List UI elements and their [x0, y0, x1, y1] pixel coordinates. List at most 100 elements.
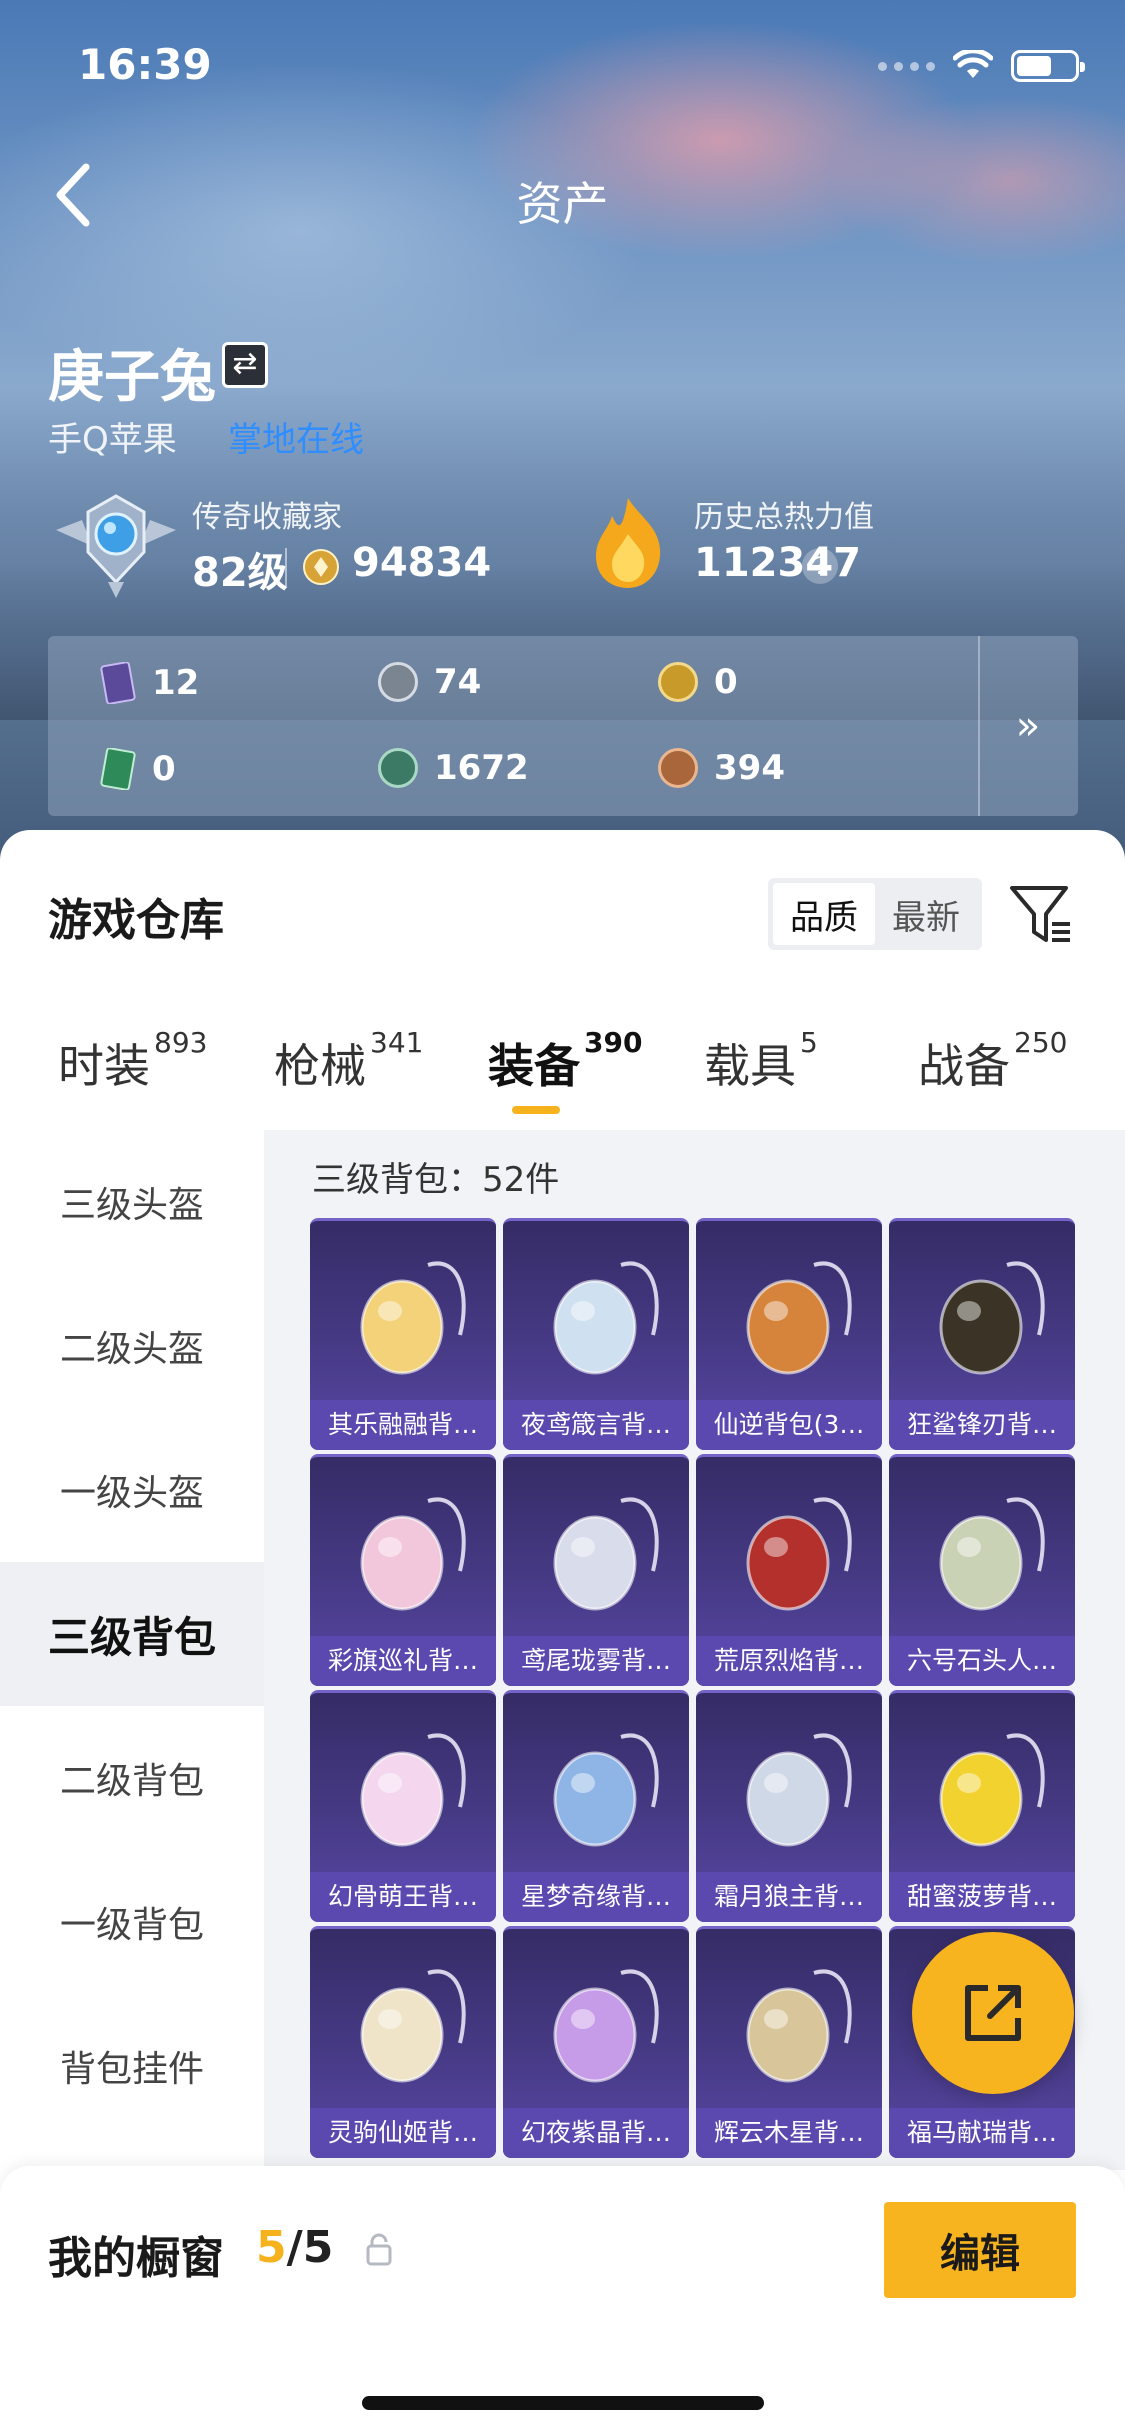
item-name: 其乐融融背…	[310, 1400, 496, 1450]
purple-card-icon	[100, 662, 136, 704]
currency-value: 12	[152, 663, 200, 703]
platform-label: 手Q苹果	[48, 420, 177, 460]
sort-toggle: 品质 最新	[768, 878, 982, 950]
backpack-icon	[553, 1261, 659, 1375]
item-card[interactable]: 鸢尾珑雾背…	[503, 1454, 689, 1686]
gold-medal-icon	[303, 549, 339, 585]
item-card[interactable]: 彩旗巡礼背…	[310, 1454, 496, 1686]
currency-item: 12	[100, 662, 199, 704]
backpack-icon	[360, 1261, 466, 1375]
sidebar-item-helmet-2[interactable]: 二级头盔	[0, 1274, 264, 1418]
rank-title: 传奇收藏家	[192, 500, 342, 535]
item-card[interactable]: 狂鲨锋刃背…	[889, 1218, 1075, 1450]
backpack-icon	[939, 1733, 1045, 1847]
home-indicator	[362, 2396, 764, 2410]
tab-weapons[interactable]: 枪械 341	[274, 1026, 423, 1096]
item-card[interactable]: 幻骨萌王背…	[310, 1690, 496, 1922]
backpack-icon	[553, 1497, 659, 1611]
item-name: 仙逆背包(3…	[696, 1400, 882, 1450]
sidebar-item-backpack-3[interactable]: 三级背包	[0, 1562, 264, 1706]
tab-vehicles[interactable]: 载具 5	[704, 1026, 818, 1096]
currency-item: 1672	[378, 748, 529, 788]
help-icon[interactable]: ?	[802, 548, 838, 584]
section-count-label: 三级背包：52件	[312, 1160, 560, 1200]
currency-item: 394	[658, 748, 785, 788]
bronze-coin-icon	[658, 748, 698, 788]
category-tabs: 时装 893 枪械 341 装备 390 载具 5 战备 250	[0, 1026, 1125, 1120]
sort-by-quality[interactable]: 品质	[773, 883, 875, 945]
item-card[interactable]: 幻夜紫晶背…	[503, 1926, 689, 2158]
item-name: 彩旗巡礼背…	[310, 1636, 496, 1686]
currency-value: 74	[434, 662, 482, 702]
item-card[interactable]: 仙逆背包(3…	[696, 1218, 882, 1450]
currency-value: 394	[714, 748, 785, 788]
edit-button[interactable]: 编辑	[884, 2202, 1076, 2298]
item-card[interactable]: 夜鸢箴言背…	[503, 1218, 689, 1450]
item-name: 荒原烈焰背…	[696, 1636, 882, 1686]
backpack-icon	[360, 1497, 466, 1611]
online-status: 掌地在线	[228, 420, 364, 460]
signal-dots-icon	[878, 61, 935, 71]
item-card[interactable]: 星梦奇缘背…	[503, 1690, 689, 1922]
currency-item: 0	[100, 748, 176, 790]
tab-equipment[interactable]: 装备 390	[488, 1026, 642, 1096]
status-time: 16:39	[78, 40, 212, 89]
green-card-icon	[100, 748, 136, 790]
sidebar-item-backpack-1[interactable]: 一级背包	[0, 1850, 264, 1994]
item-name: 辉云木星背…	[696, 2108, 882, 2158]
battery-icon	[1011, 50, 1085, 82]
item-card[interactable]: 甜蜜菠萝背…	[889, 1690, 1075, 1922]
sort-by-newest[interactable]: 最新	[875, 883, 977, 945]
item-card[interactable]: 辉云木星背…	[696, 1926, 882, 2158]
lock-icon	[366, 2233, 392, 2266]
showcase-label: 我的橱窗	[48, 2233, 224, 2284]
backpack-icon	[360, 1733, 466, 1847]
sidebar-item-backpack-pendant[interactable]: 背包挂件	[0, 1994, 264, 2138]
jade-coin-icon	[378, 748, 418, 788]
tab-supplies[interactable]: 战备 250	[918, 1026, 1067, 1096]
backpack-icon	[746, 1969, 852, 2083]
item-name: 霜月狼主背…	[696, 1872, 882, 1922]
item-name: 狂鲨锋刃背…	[889, 1400, 1075, 1450]
status-indicators	[878, 50, 1085, 82]
backpack-icon	[746, 1733, 852, 1847]
currency-panel: 12 74 0 0 1672 394 »	[48, 636, 1078, 816]
item-name: 幻夜紫晶背…	[503, 2108, 689, 2158]
currency-value: 0	[152, 749, 176, 789]
item-card[interactable]: 霜月狼主背…	[696, 1690, 882, 1922]
sidebar-item-backpack-2[interactable]: 二级背包	[0, 1706, 264, 1850]
switch-account-icon[interactable]: ⇄	[222, 342, 268, 388]
item-name: 福马献瑞背…	[889, 2108, 1075, 2158]
player-level: 82级	[192, 550, 288, 596]
backpack-icon	[360, 1969, 466, 2083]
item-card[interactable]: 荒原烈焰背…	[696, 1454, 882, 1686]
item-name: 灵驹仙姬背…	[310, 2108, 496, 2158]
silver-coin-icon	[378, 662, 418, 702]
warehouse-title: 游戏仓库	[48, 895, 224, 946]
more-currencies-button[interactable]: »	[978, 636, 1078, 816]
item-name: 星梦奇缘背…	[503, 1872, 689, 1922]
item-card[interactable]: 其乐融融背…	[310, 1218, 496, 1450]
share-button[interactable]	[912, 1932, 1074, 2094]
item-card[interactable]: 六号石头人…	[889, 1454, 1075, 1686]
currency-item: 0	[658, 662, 738, 702]
heat-title: 历史总热力值	[694, 500, 874, 535]
currency-item: 74	[378, 662, 481, 702]
rank-emblem-icon	[56, 494, 176, 598]
share-icon	[965, 1985, 1021, 2041]
item-card[interactable]: 灵驹仙姬背…	[310, 1926, 496, 2158]
filter-icon[interactable]	[1008, 882, 1074, 948]
currency-value: 0	[714, 662, 738, 702]
sidebar-item-helmet-3[interactable]: 三级头盔	[0, 1130, 264, 1274]
tab-fashion[interactable]: 时装 893	[58, 1026, 207, 1096]
backpack-icon	[939, 1261, 1045, 1375]
backpack-icon	[553, 1969, 659, 2083]
item-name: 六号石头人…	[889, 1636, 1075, 1686]
sidebar-item-helmet-1[interactable]: 一级头盔	[0, 1418, 264, 1562]
item-name: 甜蜜菠萝背…	[889, 1872, 1075, 1922]
gold-coin-icon	[658, 662, 698, 702]
item-name: 幻骨萌王背…	[310, 1872, 496, 1922]
backpack-icon	[939, 1497, 1045, 1611]
player-name: 庚子兔	[48, 345, 216, 410]
flame-icon	[596, 498, 661, 588]
